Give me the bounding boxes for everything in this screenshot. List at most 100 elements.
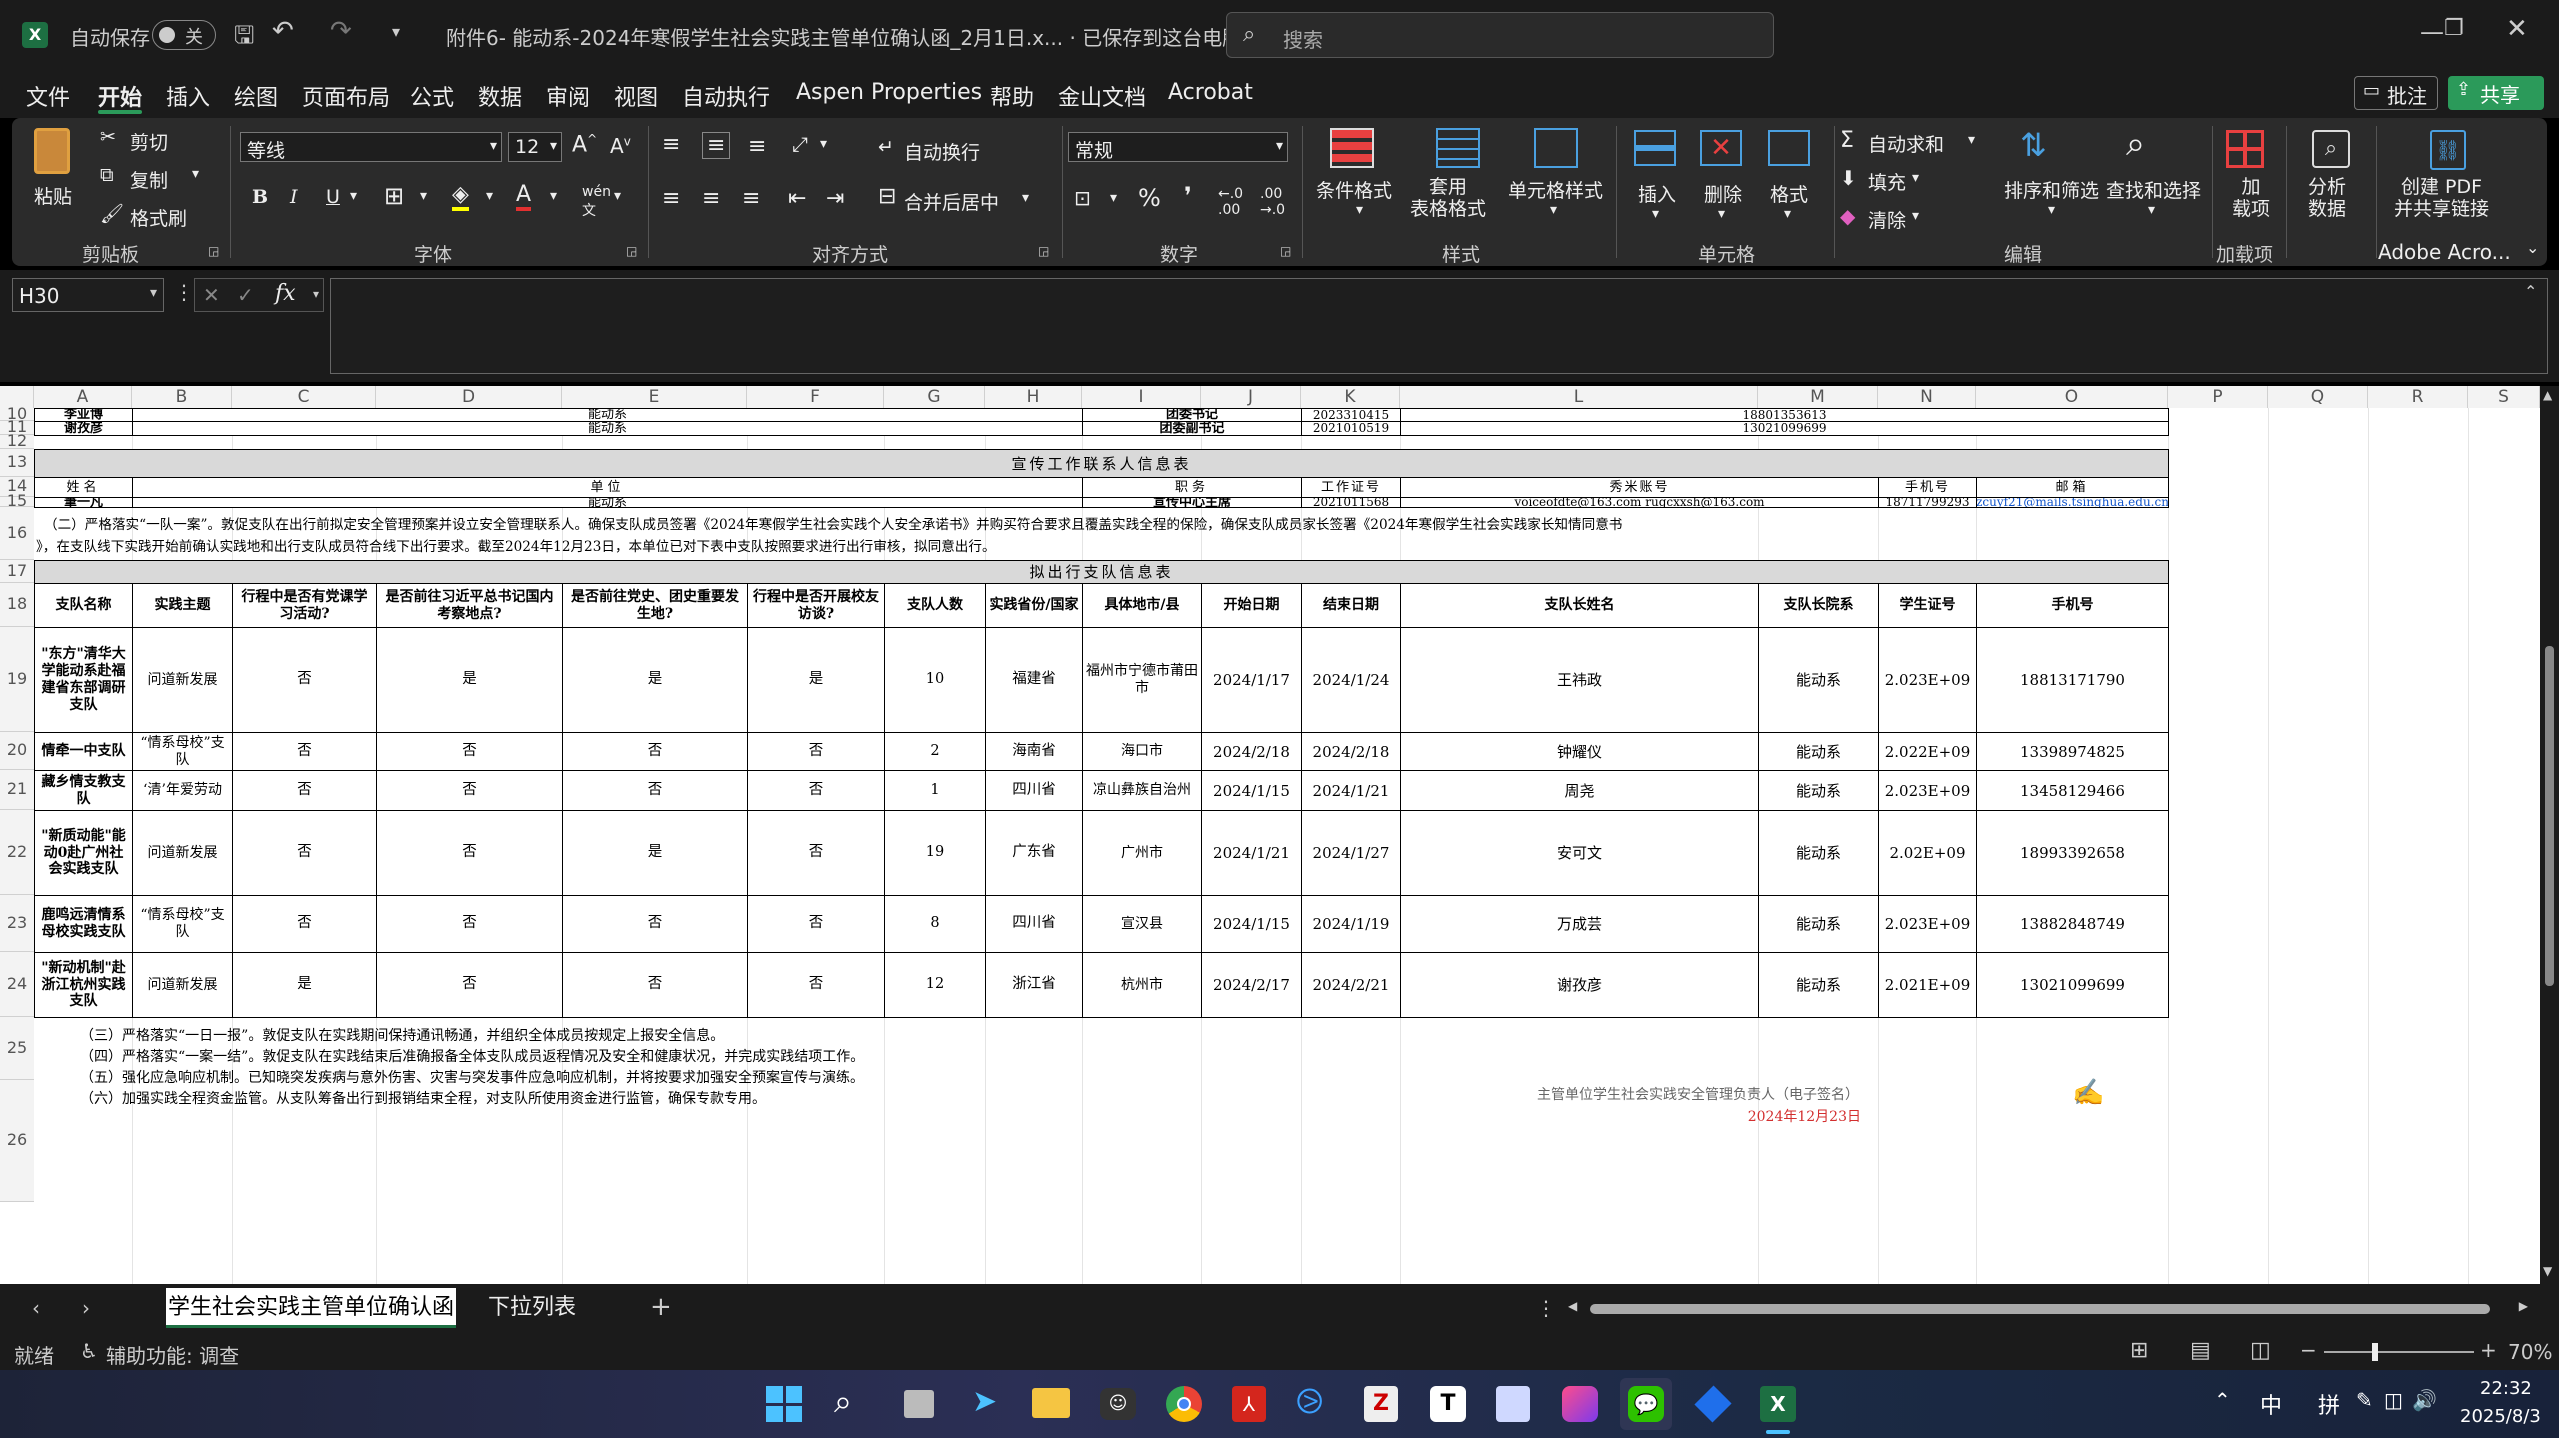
column-header-D[interactable]: D bbox=[376, 386, 562, 408]
add-sheet-icon[interactable]: + bbox=[650, 1292, 672, 1322]
team-row-2-cell-1[interactable]: “情系母校”支队 bbox=[132, 732, 233, 771]
row-header-26[interactable]: 26 bbox=[0, 1080, 34, 1202]
insert-function-icon[interactable]: fx bbox=[275, 281, 296, 306]
worksheet-grid[interactable]: A B C D E F G H I J K L M N O P Q R S 10 11 12 13 14 15 16 17 18 19 2… bbox=[0, 386, 2559, 1284]
team-row-5-cell-6[interactable]: 8 bbox=[884, 895, 986, 953]
tab-automate[interactable]: 自动执行 bbox=[682, 80, 770, 112]
cancel-entry-icon[interactable]: ✕ bbox=[203, 283, 220, 307]
tab-home[interactable]: 开始 bbox=[98, 80, 142, 112]
team-row-2-cell-12[interactable]: 能动系 bbox=[1758, 732, 1879, 771]
team-header-0[interactable]: 支队名称 bbox=[34, 583, 133, 628]
team-header-9[interactable]: 开始日期 bbox=[1201, 583, 1302, 628]
team-row-5-cell-2[interactable]: 否 bbox=[232, 895, 377, 953]
creative-cloud-icon[interactable] bbox=[1562, 1386, 1598, 1422]
team-row-1-cell-11[interactable]: 王祎政 bbox=[1400, 627, 1759, 733]
row-header-12[interactable]: 12 bbox=[0, 433, 34, 449]
align-bottom-icon[interactable]: ≡ bbox=[748, 134, 766, 159]
team-row-4-cell-2[interactable]: 否 bbox=[232, 810, 377, 896]
copy-dropdown-icon[interactable]: ▾ bbox=[192, 166, 199, 182]
more-icon[interactable]: ⋮ bbox=[174, 280, 194, 304]
fill-dropdown-icon[interactable]: ▾ bbox=[486, 188, 493, 204]
team-row-6-cell-0[interactable]: "新动机制"赴浙江杭州实践支队 bbox=[34, 952, 133, 1018]
analyze-data-button[interactable]: 分析 数据 bbox=[2308, 176, 2346, 220]
team-row-1-cell-13[interactable]: 2.023E+09 bbox=[1878, 627, 1977, 733]
pub-header-role[interactable]: 职务 bbox=[1082, 477, 1302, 498]
column-header-C[interactable]: C bbox=[232, 386, 376, 408]
cell-id[interactable]: 2021010519 bbox=[1301, 421, 1401, 436]
autosum-dropdown-icon[interactable]: ▾ bbox=[1968, 132, 1975, 148]
save-icon[interactable]: 🖫 bbox=[234, 18, 254, 59]
minimize-icon[interactable]: — bbox=[2420, 18, 2444, 46]
team-header-11[interactable]: 支队长姓名 bbox=[1400, 583, 1759, 628]
row-header-24[interactable]: 24 bbox=[0, 952, 34, 1017]
wrap-text-button[interactable]: 自动换行 bbox=[904, 138, 980, 165]
format-painter-button[interactable]: 格式刷 bbox=[130, 204, 187, 231]
column-header-M[interactable]: M bbox=[1758, 386, 1878, 408]
cell-role[interactable]: 团委书记 bbox=[1082, 408, 1302, 422]
team-row-5-cell-3[interactable]: 否 bbox=[376, 895, 563, 953]
italic-icon[interactable]: I bbox=[290, 186, 298, 208]
team-table-title[interactable]: 拟出行支队信息表 bbox=[34, 560, 2169, 584]
align-left-icon[interactable]: ≡ bbox=[662, 186, 680, 211]
team-row-4-cell-13[interactable]: 2.02E+09 bbox=[1878, 810, 1977, 896]
vscode-icon[interactable]: ⧁ bbox=[1296, 1382, 1323, 1422]
phonetic-icon[interactable]: wén 文 bbox=[582, 184, 611, 220]
team-row-6-cell-6[interactable]: 12 bbox=[884, 952, 986, 1018]
team-row-6-cell-8[interactable]: 杭州市 bbox=[1082, 952, 1202, 1018]
team-row-4-cell-10[interactable]: 2024/1/27 bbox=[1301, 810, 1401, 896]
chat-app-icon[interactable]: ☺ bbox=[1100, 1388, 1136, 1420]
horizontal-scrollbar[interactable]: ◀ ▶ bbox=[1568, 1299, 2528, 1316]
clipboard-launcher-icon[interactable]: ◲ bbox=[208, 244, 219, 258]
pub-header-name[interactable]: 姓名 bbox=[34, 477, 133, 498]
pub-header-id[interactable]: 工作证号 bbox=[1301, 477, 1401, 498]
team-row-2-cell-9[interactable]: 2024/2/18 bbox=[1201, 732, 1302, 771]
cell-role[interactable]: 团委副书记 bbox=[1082, 421, 1302, 436]
team-header-13[interactable]: 学生证号 bbox=[1878, 583, 1977, 628]
tab-aspen[interactable]: Aspen Properties bbox=[796, 80, 982, 105]
zoom-level[interactable]: 70% bbox=[2508, 1340, 2552, 1364]
create-pdf-button[interactable]: 创建 PDF 并共享链接 bbox=[2394, 176, 2489, 220]
format-as-table-button[interactable]: 套用 表格格式 bbox=[1410, 176, 1486, 220]
team-row-1-cell-9[interactable]: 2024/1/17 bbox=[1201, 627, 1302, 733]
find-dropdown-icon[interactable]: ▾ bbox=[2148, 202, 2155, 218]
team-header-10[interactable]: 结束日期 bbox=[1301, 583, 1401, 628]
fill-button[interactable]: 填充 bbox=[1868, 168, 1906, 195]
team-row-3-cell-8[interactable]: 凉山彝族自治州 bbox=[1082, 770, 1202, 811]
name-box[interactable]: H30 ▾ bbox=[12, 278, 164, 312]
delete-dropdown-icon[interactable]: ▾ bbox=[1718, 206, 1725, 222]
team-row-5-cell-7[interactable]: 四川省 bbox=[985, 895, 1083, 953]
team-row-3-cell-0[interactable]: 藏乡情支教支队 bbox=[34, 770, 133, 811]
font-size-select[interactable]: 12 ▾ bbox=[508, 132, 562, 162]
network-icon[interactable]: ◫ bbox=[2384, 1388, 2403, 1412]
tab-page-layout[interactable]: 页面布局 bbox=[302, 80, 390, 112]
column-header-N[interactable]: N bbox=[1878, 386, 1976, 408]
sheet-tab-active[interactable]: 学生社会实践主管单位确认函 bbox=[166, 1288, 456, 1328]
team-row-2-cell-3[interactable]: 否 bbox=[376, 732, 563, 771]
clock-date[interactable]: 2025/8/3 bbox=[2460, 1406, 2541, 1427]
enter-icon[interactable]: ✓ bbox=[237, 283, 254, 307]
snipping-icon[interactable] bbox=[1496, 1386, 1530, 1422]
tab-file[interactable]: 文件 bbox=[26, 80, 70, 112]
autosum-button[interactable]: 自动求和 bbox=[1868, 130, 1944, 157]
row-header-19[interactable]: 19 bbox=[0, 627, 34, 732]
pub-cell-name[interactable]: 筆一凡 bbox=[34, 497, 133, 508]
team-row-4-cell-7[interactable]: 广东省 bbox=[985, 810, 1083, 896]
cellstyle-dropdown-icon[interactable]: ▾ bbox=[1550, 202, 1557, 218]
task-view-icon[interactable] bbox=[904, 1390, 934, 1418]
team-row-3-cell-1[interactable]: ‘清’年爱劳动 bbox=[132, 770, 233, 811]
column-header-I[interactable]: I bbox=[1082, 386, 1201, 408]
team-row-4-cell-4[interactable]: 是 bbox=[562, 810, 748, 896]
horizontal-scroll-thumb[interactable] bbox=[1590, 1304, 2490, 1314]
format-cells-button[interactable]: 格式 bbox=[1770, 180, 1808, 207]
currency-dropdown-icon[interactable]: ▾ bbox=[1110, 190, 1117, 206]
pen-icon[interactable]: ✎ bbox=[2356, 1388, 2373, 1412]
formula-input[interactable] bbox=[330, 278, 2548, 374]
team-row-5-cell-4[interactable]: 否 bbox=[562, 895, 748, 953]
team-header-8[interactable]: 具体地市/县 bbox=[1082, 583, 1202, 628]
font-color-dropdown-icon[interactable]: ▾ bbox=[550, 188, 557, 204]
pub-header-account[interactable]: 秀米账号 bbox=[1400, 477, 1879, 498]
excel-taskbar-icon[interactable]: X bbox=[1760, 1386, 1796, 1422]
ime-mode[interactable]: 中 bbox=[2260, 1388, 2282, 1420]
column-header-F[interactable]: F bbox=[747, 386, 884, 408]
sort-filter-button[interactable]: 排序和筛选 bbox=[2004, 176, 2099, 203]
